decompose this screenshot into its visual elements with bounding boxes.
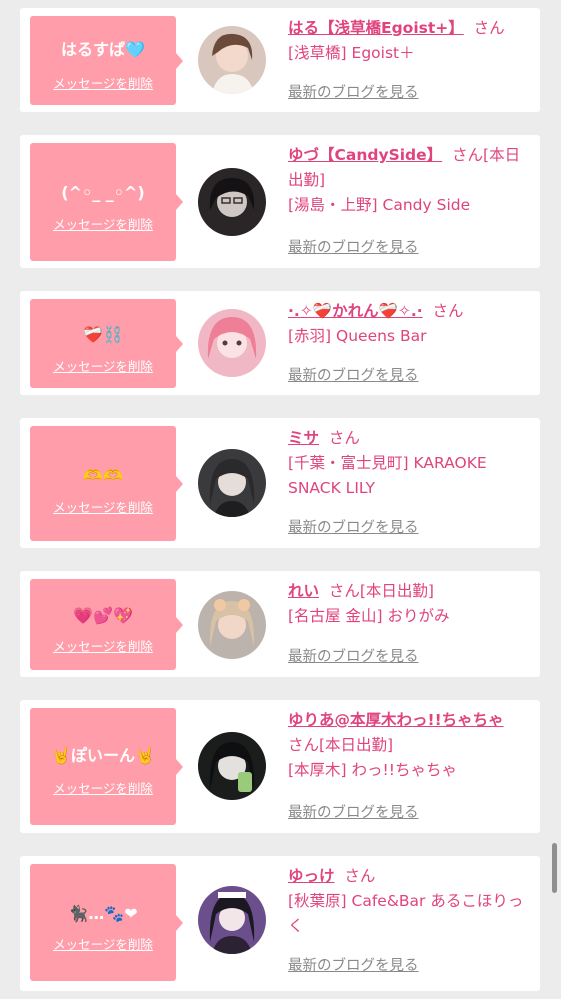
message-text: 🤘ぽいーん🤘 (51, 746, 155, 765)
favorite-list: はるすぱ🩵 メッセージを削除 はる【浅草橋Egoist+】 さん [浅草橋] E… (0, 0, 561, 999)
shop-text: [名古屋 金山] おりがみ (288, 607, 450, 625)
shop-text: [湯島・上野] Candy Side (288, 196, 471, 214)
shop-text: [浅草橋] Egoist＋ (288, 44, 415, 62)
avatar[interactable] (198, 309, 266, 377)
message-text: ❤️‍🩹⛓️ (83, 325, 123, 344)
shop-text: [秋葉原] Cafe&Bar あるこほりっく (288, 892, 524, 935)
message-text: はるすぱ🩵 (61, 40, 145, 59)
shop-text: [赤羽] Queens Bar (288, 327, 427, 345)
delete-message-link[interactable]: メッセージを削除 (30, 937, 176, 953)
scrollbar[interactable] (552, 843, 557, 893)
avatar[interactable] (198, 26, 266, 94)
honorific-text: さん (473, 19, 505, 37)
list-item: はるすぱ🩵 メッセージを削除 はる【浅草橋Egoist+】 さん [浅草橋] E… (20, 8, 540, 112)
list-item: 💗💕💖 メッセージを削除 れい さん[本日出勤] [名古屋 金山] おりがみ 最… (20, 571, 540, 677)
cast-name-link[interactable]: ゆづ【CandySide】 (288, 146, 442, 164)
delete-message-link[interactable]: メッセージを削除 (30, 781, 176, 797)
latest-blog-link[interactable]: 最新のブログを見る (288, 239, 419, 257)
message-text: (^◦_ _◦^) (61, 183, 145, 202)
cast-name-link[interactable]: はる【浅草橋Egoist+】 (288, 19, 464, 37)
cast-info: れい さん[本日出勤] [名古屋 金山] おりがみ (288, 579, 528, 629)
message-bubble: ❤️‍🩹⛓️ メッセージを削除 (30, 299, 183, 388)
cast-name-link[interactable]: ゆっけ (288, 867, 335, 885)
honorific-text: さん (344, 867, 376, 885)
honorific-text: さん[本日出勤] (328, 582, 434, 600)
avatar[interactable] (198, 591, 266, 659)
delete-message-link[interactable]: メッセージを削除 (30, 359, 176, 375)
cast-info: ミサ さん [千葉・富士見町] KARAOKE SNACK LILY (288, 426, 528, 501)
message-text: 💗💕💖 (73, 606, 133, 625)
list-item: ❤️‍🩹⛓️ メッセージを削除 ·.✧❤️‍🩹かれん❤️‍🩹✧.· さん [赤羽… (20, 291, 540, 395)
message-bubble: 🫶🫶 メッセージを削除 (30, 426, 183, 541)
list-item: 🤘ぽいーん🤘 メッセージを削除 ゆりあ@本厚木わっ!!ちゃちゃ さん[本日出勤]… (20, 700, 540, 833)
latest-blog-link[interactable]: 最新のブログを見る (288, 84, 419, 102)
avatar[interactable] (198, 732, 266, 800)
delete-message-link[interactable]: メッセージを削除 (30, 500, 176, 516)
message-bubble: (^◦_ _◦^) メッセージを削除 (30, 143, 183, 261)
cast-info: ゆづ【CandySide】 さん[本日出勤] [湯島・上野] Candy Sid… (288, 143, 528, 218)
message-text: 🫶🫶 (83, 466, 123, 485)
cast-name-link[interactable]: ミサ (288, 429, 319, 447)
avatar[interactable] (198, 886, 266, 954)
latest-blog-link[interactable]: 最新のブログを見る (288, 519, 419, 537)
honorific-text: さん[本日出勤] (288, 736, 394, 754)
delete-message-link[interactable]: メッセージを削除 (30, 76, 176, 92)
cast-name-link[interactable]: ゆりあ@本厚木わっ!!ちゃちゃ (288, 711, 504, 729)
latest-blog-link[interactable]: 最新のブログを見る (288, 957, 419, 975)
delete-message-link[interactable]: メッセージを削除 (30, 639, 176, 655)
list-item: 🐈‍⬛…🐾❤ メッセージを削除 ゆっけ さん [秋葉原] Cafe&Bar ある… (20, 856, 540, 991)
cast-name-link[interactable]: ·.✧❤️‍🩹かれん❤️‍🩹✧.· (288, 302, 423, 320)
message-text: 🐈‍⬛…🐾❤ (68, 904, 138, 923)
shop-text: [千葉・富士見町] KARAOKE SNACK LILY (288, 454, 487, 497)
message-bubble: 💗💕💖 メッセージを削除 (30, 579, 183, 670)
cast-info: ゆっけ さん [秋葉原] Cafe&Bar あるこほりっく (288, 864, 528, 939)
message-bubble: 🤘ぽいーん🤘 メッセージを削除 (30, 708, 183, 825)
avatar[interactable] (198, 168, 266, 236)
cast-name-link[interactable]: れい (288, 582, 319, 600)
message-bubble: はるすぱ🩵 メッセージを削除 (30, 16, 183, 105)
list-item: 🫶🫶 メッセージを削除 ミサ さん [千葉・富士見町] KARAOKE SNAC… (20, 418, 540, 548)
honorific-text: さん (328, 429, 360, 447)
delete-message-link[interactable]: メッセージを削除 (30, 217, 176, 233)
list-item: (^◦_ _◦^) メッセージを削除 ゆづ【CandySide】 さん[本日出勤… (20, 135, 540, 268)
avatar[interactable] (198, 449, 266, 517)
message-bubble: 🐈‍⬛…🐾❤ メッセージを削除 (30, 864, 183, 981)
latest-blog-link[interactable]: 最新のブログを見る (288, 804, 419, 822)
latest-blog-link[interactable]: 最新のブログを見る (288, 367, 419, 385)
shop-text: [本厚木] わっ!!ちゃちゃ (288, 761, 457, 779)
cast-info: ·.✧❤️‍🩹かれん❤️‍🩹✧.· さん [赤羽] Queens Bar (288, 299, 528, 349)
honorific-text: さん (432, 302, 464, 320)
cast-info: はる【浅草橋Egoist+】 さん [浅草橋] Egoist＋ (288, 16, 528, 66)
latest-blog-link[interactable]: 最新のブログを見る (288, 648, 419, 666)
cast-info: ゆりあ@本厚木わっ!!ちゃちゃ さん[本日出勤] [本厚木] わっ!!ちゃちゃ (288, 708, 528, 783)
